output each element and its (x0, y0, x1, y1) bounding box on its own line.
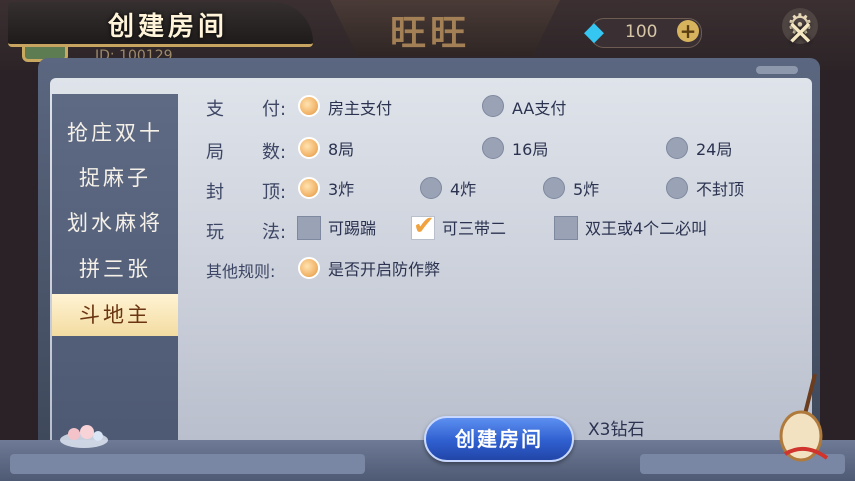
rounds-16-label: 16局 (512, 140, 549, 159)
game-sidebar: 抢庄双十 捉麻子 划水麻将 拼三张 斗地主 (52, 94, 178, 454)
bottom-bar-left (10, 454, 365, 474)
cap-4-label: 4炸 (450, 180, 477, 199)
panel-handle (756, 66, 798, 74)
diamond-icon: ◆ (584, 17, 604, 47)
payment-label-a: 支 (206, 99, 224, 120)
cap-none-radio[interactable] (666, 177, 688, 199)
payment-owner-label: 房主支付 (328, 99, 393, 118)
rounds-24-label: 24局 (696, 140, 733, 159)
cap-5-radio[interactable] (543, 177, 565, 199)
sidebar-item-qiangzhuang[interactable]: 抢庄双十 (52, 112, 178, 154)
anticheat-label: 是否开启防作弊 (328, 260, 441, 279)
payment-aa-radio[interactable] (482, 95, 504, 117)
play-shuangwang-label: 双王或4个二必叫 (585, 219, 708, 238)
cost-label: X3钻石 (588, 420, 645, 440)
create-room-button[interactable]: 创建房间 (424, 416, 574, 462)
rounds-16-radio[interactable] (482, 137, 504, 159)
title-board: 创建房间 (8, 2, 313, 47)
panel-title: 创建房间 (108, 12, 229, 42)
rounds-label-b: 数: (262, 142, 287, 163)
cap-label-b: 顶: (262, 182, 287, 203)
check-icon: ✔ (413, 211, 435, 241)
cap-label-a: 封 (206, 182, 224, 203)
payment-label-b: 付: (262, 99, 287, 120)
rounds-label-a: 局 (206, 142, 224, 163)
rounds-8-radio[interactable] (298, 137, 320, 159)
rounds-24-radio[interactable] (666, 137, 688, 159)
anticheat-radio[interactable] (298, 257, 320, 279)
play-kiti-checkbox[interactable] (297, 216, 321, 240)
sidebar-item-pinsanzhang[interactable]: 拼三张 (52, 248, 178, 290)
close-icon[interactable]: ✕ (786, 14, 815, 54)
other-rules-label: 其他规则: (206, 262, 276, 281)
cap-none-label: 不封顶 (696, 180, 745, 199)
add-diamond-icon[interactable]: + (677, 20, 699, 42)
sidebar-item-zhuomazi[interactable]: 捉麻子 (52, 157, 178, 199)
cap-4-radio[interactable] (420, 177, 442, 199)
pipa-instrument-icon (779, 373, 829, 462)
play-label-a: 玩 (206, 222, 224, 243)
diamond-count: 100 (625, 22, 658, 42)
play-shuangwang-checkbox[interactable] (554, 216, 578, 240)
rounds-8-label: 8局 (328, 140, 355, 159)
cap-3-radio[interactable] (298, 177, 320, 199)
payment-aa-label: AA支付 (512, 99, 567, 118)
play-label-b: 法: (262, 222, 287, 243)
play-kiti-label: 可踢踹 (328, 219, 377, 238)
game-title: 旺旺 (389, 12, 470, 54)
cap-5-label: 5炸 (573, 180, 600, 199)
play-sandaier-label: 可三带二 (442, 219, 507, 238)
lotus-decoration-icon (60, 425, 108, 448)
sidebar-item-doudizhu[interactable]: 斗地主 (52, 294, 178, 336)
payment-owner-radio[interactable] (298, 95, 320, 117)
sidebar-item-huashui[interactable]: 划水麻将 (52, 202, 178, 244)
cap-3-label: 3炸 (328, 180, 355, 199)
play-sandaier-checkbox[interactable]: ✔ (411, 211, 435, 241)
